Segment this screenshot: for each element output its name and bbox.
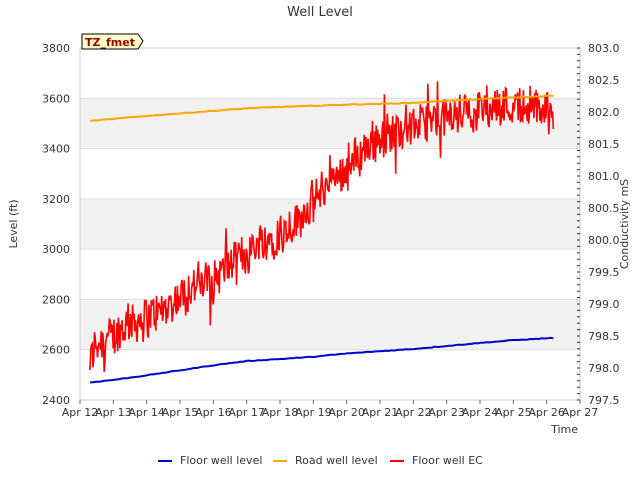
legend-label: Floor well EC: [412, 454, 483, 467]
x-axis-label: Time: [550, 423, 578, 436]
x-tick-label: Apr 15: [162, 406, 199, 419]
y2-axis-label: Conductivity mS: [618, 179, 631, 269]
legend-label: Road well level: [295, 454, 378, 467]
y-tick-label: 3600: [42, 92, 70, 105]
legend: Floor well level Road well level Floor wel…: [158, 454, 483, 467]
y-tick-label: 2800: [42, 293, 70, 306]
x-axis-ticks: Apr 12Apr 13Apr 14Apr 15Apr 16Apr 17Apr …: [62, 400, 599, 419]
x-tick-label: Apr 25: [495, 406, 532, 419]
y-tick-label: 2600: [42, 344, 70, 357]
y2-tick-label: 797.5: [588, 394, 620, 407]
legend-label: Floor well level: [180, 454, 262, 467]
grid-bands: [80, 98, 580, 350]
x-tick-label: Apr 26: [528, 406, 565, 419]
x-tick-label: Apr 17: [228, 406, 265, 419]
y2-tick-label: 802.5: [588, 74, 620, 87]
x-tick-label: Apr 13: [95, 406, 132, 419]
y2-tick-label: 800.5: [588, 202, 620, 215]
y2-tick-label: 800.0: [588, 234, 620, 247]
y-tick-label: 3800: [42, 42, 70, 55]
y-tick-label: 3200: [42, 193, 70, 206]
x-tick-label: Apr 24: [462, 406, 499, 419]
grid-band: [80, 198, 580, 250]
x-tick-label: Apr 22: [395, 406, 432, 419]
y2-tick-label: 799.5: [588, 266, 620, 279]
y-axis-label: Level (ft): [7, 199, 20, 248]
x-tick-label: Apr 19: [295, 406, 332, 419]
x-tick-label: Apr 23: [428, 406, 465, 419]
site-badge-label: TZ_fmet: [85, 36, 135, 49]
x-tick-label: Apr 27: [562, 406, 599, 419]
y2-tick-label: 798.0: [588, 362, 620, 375]
chart-title: Well Level: [287, 5, 353, 20]
y-tick-label: 3000: [42, 243, 70, 256]
well-level-chart: Apr 12Apr 13Apr 14Apr 15Apr 16Apr 17Apr …: [7, 5, 631, 467]
y2-tick-label: 798.5: [588, 330, 620, 343]
y-tick-label: 3400: [42, 143, 70, 156]
x-tick-label: Apr 20: [328, 406, 365, 419]
y2-tick-label: 801.0: [588, 170, 620, 183]
y2-tick-label: 799.0: [588, 298, 620, 311]
y-tick-label: 2400: [42, 394, 70, 407]
site-badge: TZ_fmet: [81, 33, 144, 50]
x-tick-label: Apr 21: [362, 406, 399, 419]
x-tick-label: Apr 14: [128, 406, 165, 419]
x-tick-label: Apr 18: [262, 406, 299, 419]
y2-tick-label: 801.5: [588, 138, 620, 151]
x-tick-label: Apr 12: [62, 406, 99, 419]
y2-tick-label: 803.0: [588, 42, 620, 55]
x-tick-label: Apr 16: [195, 406, 232, 419]
y2-axis-ticks: 797.5 798.0 798.5 799.0 799.5 800.0 800.5 801.0…: [577, 42, 620, 407]
y-axis-ticks: 2400 2600 2800 3000 3200 3400 3600 3800: [42, 42, 70, 407]
y2-tick-label: 802.0: [588, 106, 620, 119]
